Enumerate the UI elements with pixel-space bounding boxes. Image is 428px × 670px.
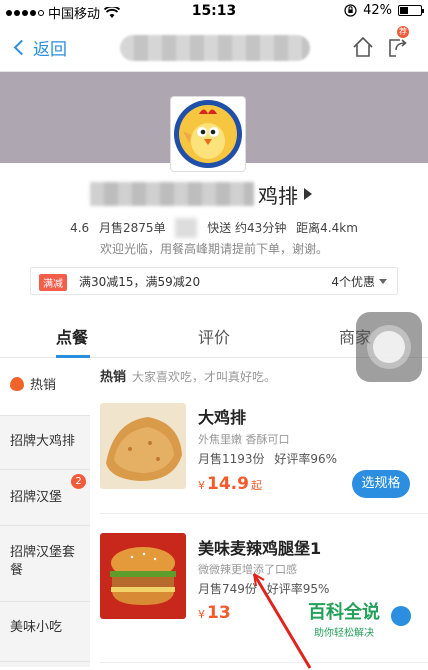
share-icon[interactable] — [386, 36, 410, 60]
store-name[interactable]: 鸡排 — [90, 180, 340, 208]
tab-order[interactable]: 点餐 — [56, 324, 88, 348]
back-label: 返回 — [33, 40, 67, 60]
distance: 距离4.4km — [296, 220, 358, 235]
fire-icon — [10, 377, 24, 391]
store-rating: 4.6 — [70, 220, 90, 235]
sales-count: 月售1193份 — [198, 452, 265, 466]
sidebar-item-label: 招牌大鸡排 — [10, 434, 76, 449]
store-logo[interactable] — [170, 96, 246, 172]
recommend-badge: 荐 — [397, 26, 409, 38]
food-image-burger[interactable] — [100, 533, 186, 619]
store-title-blurred — [120, 35, 310, 61]
section-subtitle: 大家喜欢吃，才叫真好吃。 — [132, 370, 277, 384]
price-value: 14.9 — [207, 474, 249, 494]
store-stats: 4.6 月售2875单 快送 约43分钟 距离4.4km — [0, 218, 428, 238]
sidebar-item-label: 美味小吃 — [10, 620, 63, 635]
chicken-mascot-icon — [174, 100, 242, 168]
promo-tag: 满减 — [39, 274, 67, 291]
chevron-left-icon — [13, 39, 30, 56]
rotation-lock-icon — [344, 4, 357, 17]
home-icon[interactable] — [352, 36, 374, 58]
sidebar-item-snacks[interactable]: 美味小吃 — [0, 601, 90, 661]
promo-text: 满30减15，满59减20 — [79, 275, 201, 289]
price-suffix: 起 — [250, 479, 262, 492]
divider — [100, 513, 428, 514]
sidebar-item-label: 招牌汉堡套餐 — [10, 545, 76, 578]
battery-icon — [398, 5, 424, 16]
rating-percent: 好评率96% — [274, 452, 338, 466]
food-image-chicken-steak[interactable] — [100, 403, 186, 489]
sidebar-item-burger-combo[interactable]: 招牌汉堡套餐 — [0, 525, 90, 601]
monthly-sales: 月售2875单 — [99, 220, 166, 235]
food-name[interactable]: 大鸡排 — [198, 404, 246, 428]
delivery-time: 快送 约43分钟 — [207, 220, 287, 235]
blurred-chip — [175, 218, 198, 238]
store-name-blurred — [90, 182, 254, 206]
chevron-right-icon — [304, 188, 312, 200]
section-title: 热销 — [100, 370, 127, 385]
price-value: 13 — [207, 603, 231, 623]
store-name-suffix: 鸡排 — [258, 183, 298, 208]
food-price: ¥13 — [198, 603, 231, 623]
sidebar-badge: 2 — [71, 474, 86, 489]
sales-count: 月售749份 — [198, 582, 257, 596]
navbar: 返回 — [0, 22, 428, 72]
food-price: ¥14.9 起 — [198, 474, 262, 494]
caret-down-icon — [379, 279, 387, 284]
food-name[interactable]: 美味麦辣鸡腿堡1 — [198, 535, 321, 559]
tab-indicator — [56, 355, 90, 358]
sidebar-item-hot[interactable]: 热销 — [0, 359, 90, 415]
promo-count[interactable]: 4个优惠 — [331, 273, 387, 290]
status-bar: 中国移动 15:13 42% — [0, 0, 428, 22]
tab-reviews[interactable]: 评价 — [198, 324, 230, 348]
food-sales: 月售1193份 好评率96% — [198, 450, 337, 467]
section-header: 热销 大家喜欢吃，才叫真好吃。 — [100, 366, 276, 385]
back-button[interactable]: 返回 — [13, 35, 67, 60]
add-to-cart-button[interactable] — [391, 606, 411, 626]
sidebar-item-label: 热销 — [30, 378, 57, 393]
sidebar-item-big-chicken[interactable]: 招牌大鸡排 — [0, 415, 90, 469]
promo-bar[interactable]: 满减 满30减15，满59减20 4个优惠 — [30, 267, 398, 295]
assistive-touch-button[interactable] — [356, 312, 422, 382]
promo-count-label: 4个优惠 — [331, 275, 375, 289]
food-desc: 外焦里嫩 香酥可口 — [198, 433, 290, 446]
sidebar-item-label: 招牌汉堡 — [10, 490, 63, 505]
category-sidebar: 热销 招牌大鸡排 招牌汉堡 2 招牌汉堡套餐 美味小吃 — [0, 359, 90, 667]
select-spec-button[interactable]: 选规格 — [352, 470, 410, 498]
store-notice: 欢迎光临，用餐高峰期请提前下单，谢谢。 — [99, 242, 328, 256]
annotation-arrow-icon — [252, 573, 312, 669]
battery-percent: 42% — [363, 3, 392, 18]
